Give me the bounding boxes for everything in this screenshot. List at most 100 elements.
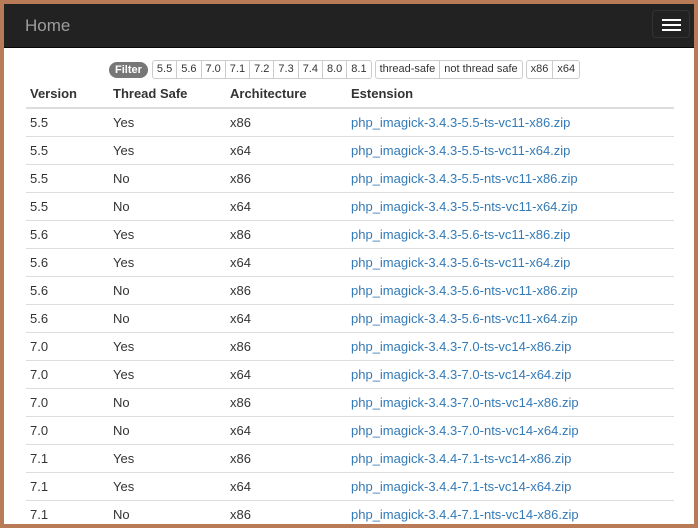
cell-thread-safe: No (109, 192, 226, 221)
cell-version: 5.5 (26, 136, 109, 165)
filter-version-5-5[interactable]: 5.5 (151, 60, 178, 79)
download-link[interactable]: php_imagick-3.4.3-7.0-nts-vc14-x86.zip (351, 395, 579, 410)
table-row: 7.0 No x86 php_imagick-3.4.3-7.0-nts-vc14-x… (26, 388, 674, 417)
table-row: 5.6 No x86 php_imagick-3.4.3-5.6-nts-vc11-x… (26, 276, 674, 305)
filter-version-7-2[interactable]: 7.2 (249, 60, 275, 79)
filter-label: Filter (109, 61, 148, 78)
cell-extension: php_imagick-3.4.3-7.0-nts-vc14-x64.zip (347, 416, 674, 445)
header-architecture[interactable]: Architecture (226, 81, 347, 109)
download-link[interactable]: php_imagick-3.4.3-7.0-ts-vc14-x64.zip (351, 367, 571, 382)
filter-arch-x86[interactable]: x86 (525, 60, 554, 79)
cell-version: 7.1 (26, 472, 109, 501)
table-row: 7.0 Yes x64 php_imagick-3.4.3-7.0-ts-vc14-x… (26, 360, 674, 389)
table-row: 5.5 No x86 php_imagick-3.4.3-5.5-nts-vc11-x… (26, 164, 674, 193)
table-header-row: Version Thread Safe Architecture Estensi… (26, 81, 674, 109)
filter-version-7-3[interactable]: 7.3 (273, 60, 299, 79)
table-row: 5.6 Yes x64 php_imagick-3.4.3-5.6-ts-vc11-x… (26, 248, 674, 277)
cell-version: 5.5 (26, 164, 109, 193)
filter-bar: Filter 5.5 5.6 7.0 7.1 7.2 7.3 7.4 8.0 8.1 threa… (109, 60, 583, 79)
cell-version: 7.0 (26, 332, 109, 361)
cell-architecture: x86 (226, 388, 347, 417)
filter-arch-x64[interactable]: x64 (552, 60, 581, 79)
download-link[interactable]: php_imagick-3.4.3-5.5-ts-vc11-x86.zip (351, 115, 570, 130)
cell-extension: php_imagick-3.4.3-5.5-ts-vc11-x64.zip (347, 136, 674, 165)
cell-extension: php_imagick-3.4.3-5.5-ts-vc11-x86.zip (347, 107, 674, 137)
navbar: Home (4, 4, 694, 48)
filter-version-8-0[interactable]: 8.0 (321, 60, 348, 79)
cell-thread-safe: Yes (109, 248, 226, 277)
cell-architecture: x64 (226, 248, 347, 277)
table-row: 7.0 No x64 php_imagick-3.4.3-7.0-nts-vc14-x… (26, 416, 674, 445)
cell-extension: php_imagick-3.4.3-5.6-nts-vc11-x86.zip (347, 276, 674, 305)
cell-architecture: x64 (226, 472, 347, 501)
download-link[interactable]: php_imagick-3.4.3-5.6-nts-vc11-x64.zip (351, 311, 578, 326)
cell-version: 5.6 (26, 304, 109, 333)
cell-extension: php_imagick-3.4.3-7.0-nts-vc14-x86.zip (347, 388, 674, 417)
version-filter-group: 5.5 5.6 7.0 7.1 7.2 7.3 7.4 8.0 8.1 (151, 60, 372, 79)
cell-version: 7.0 (26, 360, 109, 389)
download-link[interactable]: php_imagick-3.4.4-7.1-nts-vc14-x86.zip (351, 507, 579, 522)
cell-thread-safe: Yes (109, 472, 226, 501)
download-link[interactable]: php_imagick-3.4.3-5.5-ts-vc11-x64.zip (351, 143, 570, 158)
table-row: 5.6 No x64 php_imagick-3.4.3-5.6-nts-vc11-x… (26, 304, 674, 333)
cell-extension: php_imagick-3.4.4-7.1-ts-vc14-x86.zip (347, 444, 674, 473)
cell-version: 5.6 (26, 276, 109, 305)
cell-architecture: x86 (226, 164, 347, 193)
table-row: 7.0 Yes x86 php_imagick-3.4.3-7.0-ts-vc14-x… (26, 332, 674, 361)
cell-architecture: x86 (226, 332, 347, 361)
filter-version-7-1[interactable]: 7.1 (224, 60, 251, 79)
cell-thread-safe: No (109, 500, 226, 524)
download-link[interactable]: php_imagick-3.4.4-7.1-ts-vc14-x64.zip (351, 479, 571, 494)
page-frame: Home Filter 5.5 5.6 7.0 7.1 7.2 7.3 7.4 8.0 8.1 … (4, 4, 694, 524)
cell-architecture: x86 (226, 276, 347, 305)
download-link[interactable]: php_imagick-3.4.3-5.5-nts-vc11-x64.zip (351, 199, 578, 214)
cell-thread-safe: Yes (109, 107, 226, 137)
cell-version: 7.0 (26, 416, 109, 445)
cell-version: 5.6 (26, 248, 109, 277)
cell-architecture: x64 (226, 416, 347, 445)
download-link[interactable]: php_imagick-3.4.3-5.6-nts-vc11-x86.zip (351, 283, 578, 298)
header-thread-safe[interactable]: Thread Safe (109, 81, 226, 109)
cell-architecture: x64 (226, 192, 347, 221)
download-link[interactable]: php_imagick-3.4.4-7.1-ts-vc14-x86.zip (351, 451, 571, 466)
cell-extension: php_imagick-3.4.4-7.1-ts-vc14-x64.zip (347, 472, 674, 501)
cell-extension: php_imagick-3.4.4-7.1-nts-vc14-x86.zip (347, 500, 674, 524)
download-link[interactable]: php_imagick-3.4.3-5.6-ts-vc11-x64.zip (351, 255, 570, 270)
download-link[interactable]: php_imagick-3.4.3-5.6-ts-vc11-x86.zip (351, 227, 570, 242)
filter-thread-thread-safe[interactable]: thread-safe (374, 60, 441, 79)
cell-architecture: x86 (226, 500, 347, 524)
table-row: 7.1 No x86 php_imagick-3.4.4-7.1-nts-vc14-x… (26, 500, 674, 524)
download-link[interactable]: php_imagick-3.4.3-7.0-nts-vc14-x64.zip (351, 423, 579, 438)
cell-thread-safe: Yes (109, 444, 226, 473)
cell-thread-safe: No (109, 276, 226, 305)
home-link[interactable]: Home (25, 16, 70, 36)
header-version[interactable]: Version (26, 81, 109, 109)
download-link[interactable]: php_imagick-3.4.3-7.0-ts-vc14-x86.zip (351, 339, 571, 354)
download-link[interactable]: php_imagick-3.4.3-5.5-nts-vc11-x86.zip (351, 171, 578, 186)
filter-version-7-0[interactable]: 7.0 (200, 60, 226, 79)
cell-extension: php_imagick-3.4.3-5.6-ts-vc11-x86.zip (347, 220, 674, 249)
header-extension[interactable]: Estension (347, 81, 674, 109)
navbar-toggle-button[interactable] (652, 10, 690, 38)
table-row: 5.5 Yes x86 php_imagick-3.4.3-5.5-ts-vc11-x… (26, 107, 674, 137)
cell-extension: php_imagick-3.4.3-5.6-nts-vc11-x64.zip (347, 304, 674, 333)
cell-version: 5.5 (26, 107, 109, 137)
cell-architecture: x86 (226, 107, 347, 137)
filter-thread-not-thread-safe[interactable]: not thread safe (439, 60, 523, 79)
filter-version-5-6[interactable]: 5.6 (176, 60, 202, 79)
cell-extension: php_imagick-3.4.3-7.0-ts-vc14-x86.zip (347, 332, 674, 361)
cell-version: 5.6 (26, 220, 109, 249)
cell-architecture: x86 (226, 220, 347, 249)
cell-thread-safe: Yes (109, 332, 226, 361)
table-row: 5.5 Yes x64 php_imagick-3.4.3-5.5-ts-vc11-x… (26, 136, 674, 165)
filter-version-7-4[interactable]: 7.4 (297, 60, 323, 79)
cell-thread-safe: No (109, 164, 226, 193)
cell-version: 7.1 (26, 444, 109, 473)
table-row: 7.1 Yes x86 php_imagick-3.4.4-7.1-ts-vc14-x… (26, 444, 674, 473)
table-row: 7.1 Yes x64 php_imagick-3.4.4-7.1-ts-vc14-x… (26, 472, 674, 501)
table-row: 5.5 No x64 php_imagick-3.4.3-5.5-nts-vc11-x… (26, 192, 674, 221)
cell-thread-safe: Yes (109, 360, 226, 389)
cell-version: 7.0 (26, 388, 109, 417)
cell-architecture: x86 (226, 444, 347, 473)
filter-version-8-1[interactable]: 8.1 (346, 60, 372, 79)
